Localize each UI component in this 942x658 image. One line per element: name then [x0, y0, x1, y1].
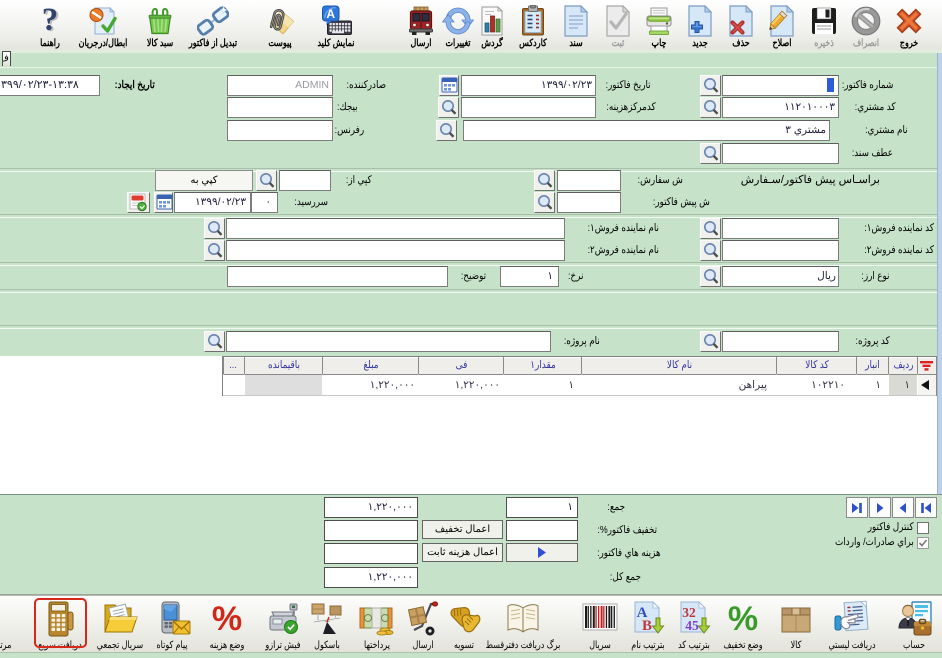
svg-text:45: 45 [685, 618, 699, 633]
svg-text:B: B [642, 618, 652, 634]
svg-text:?: ? [42, 5, 59, 37]
svg-text:%: % [212, 600, 242, 638]
svg-text:A: A [326, 7, 335, 21]
svg-text:%: % [728, 600, 758, 638]
